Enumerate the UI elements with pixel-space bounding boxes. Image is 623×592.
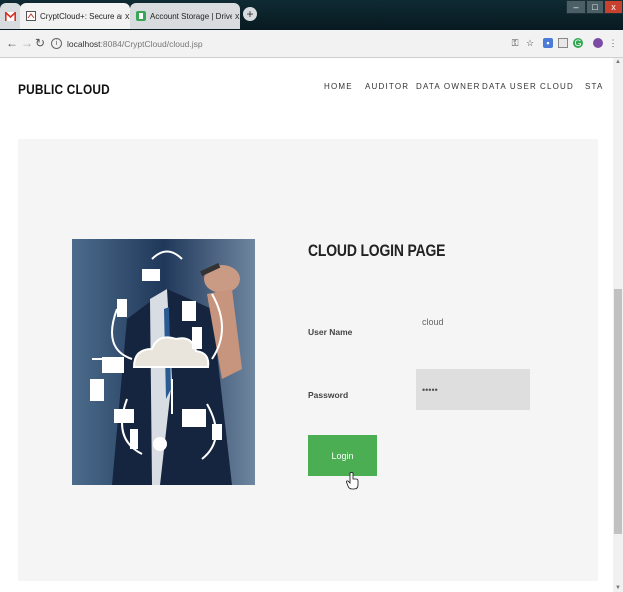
tab-title: Account Storage | DriveHQ: [150, 11, 232, 21]
new-tab-button[interactable]: +: [243, 7, 257, 21]
username-field[interactable]: [416, 313, 540, 331]
hand-cursor-icon: [346, 472, 359, 490]
page-viewport: PUBLIC CLOUD HOME AUDITOR DATA OWNER DAT…: [0, 58, 613, 592]
back-arrow-icon[interactable]: ←: [6, 36, 18, 50]
tab-close-icon[interactable]: x: [235, 11, 240, 21]
cloud-network-image: [72, 239, 255, 485]
extension-icon[interactable]: [558, 38, 568, 48]
url-path: :8084/CryptCloud/cloud.jsp: [100, 38, 203, 49]
nav-auditor[interactable]: AUDITOR: [365, 82, 409, 91]
login-panel: CLOUD LOGIN PAGE User Name Password Logi…: [18, 139, 598, 581]
tab-title: CryptCloud+: Secure and Expres: [40, 11, 122, 21]
login-page-title: CLOUD LOGIN PAGE: [308, 241, 446, 260]
key-icon[interactable]: ⚿: [510, 38, 520, 48]
username-label: User Name: [308, 327, 353, 337]
menu-icon[interactable]: ⋮: [608, 38, 618, 48]
nav-data-user[interactable]: DATA USER: [482, 82, 537, 91]
login-button[interactable]: Login: [308, 435, 377, 476]
tab-gmail[interactable]: [0, 3, 21, 29]
browser-tab-strip: CryptCloud+: Secure and Expres x Account…: [0, 0, 623, 30]
drivehq-icon: [136, 11, 146, 21]
site-brand[interactable]: PUBLIC CLOUD: [18, 82, 110, 97]
info-icon[interactable]: i: [51, 38, 62, 49]
avatar[interactable]: [593, 38, 603, 48]
window-close-button[interactable]: x: [604, 0, 623, 14]
extension-icon[interactable]: ▪: [543, 38, 553, 48]
page-icon: [26, 11, 36, 21]
scrollbar-thumb[interactable]: [614, 289, 622, 534]
page-scrollbar[interactable]: ▲ ▼: [613, 58, 623, 592]
scroll-down-arrow-icon[interactable]: ▼: [614, 584, 622, 592]
tab-drivehq[interactable]: Account Storage | DriveHQ x: [130, 3, 240, 29]
window-minimize-button[interactable]: –: [566, 0, 586, 14]
reload-icon[interactable]: ↻: [35, 36, 45, 50]
tab-close-icon[interactable]: x: [125, 11, 130, 21]
nav-data-owner[interactable]: DATA OWNER: [416, 82, 481, 91]
password-field[interactable]: [416, 369, 530, 410]
gmail-icon: [5, 11, 16, 21]
scroll-up-arrow-icon[interactable]: ▲: [614, 58, 622, 66]
window-maximize-button[interactable]: □: [586, 0, 604, 14]
nav-cloud[interactable]: CLOUD: [540, 82, 574, 91]
address-bar[interactable]: i localhost:8084/CryptCloud/cloud.jsp: [51, 35, 551, 52]
browser-toolbar: ← → ↻ i localhost:8084/CryptCloud/cloud.…: [0, 30, 623, 58]
grammarly-icon[interactable]: G: [573, 38, 583, 48]
url-host: localhost: [67, 38, 101, 49]
forward-arrow-icon[interactable]: →: [21, 36, 33, 50]
star-icon[interactable]: ☆: [525, 38, 535, 48]
nav-sta[interactable]: STA: [585, 82, 604, 91]
tab-cryptcloud[interactable]: CryptCloud+: Secure and Expres x: [20, 3, 130, 29]
nav-home[interactable]: HOME: [324, 82, 353, 91]
password-label: Password: [308, 390, 349, 400]
